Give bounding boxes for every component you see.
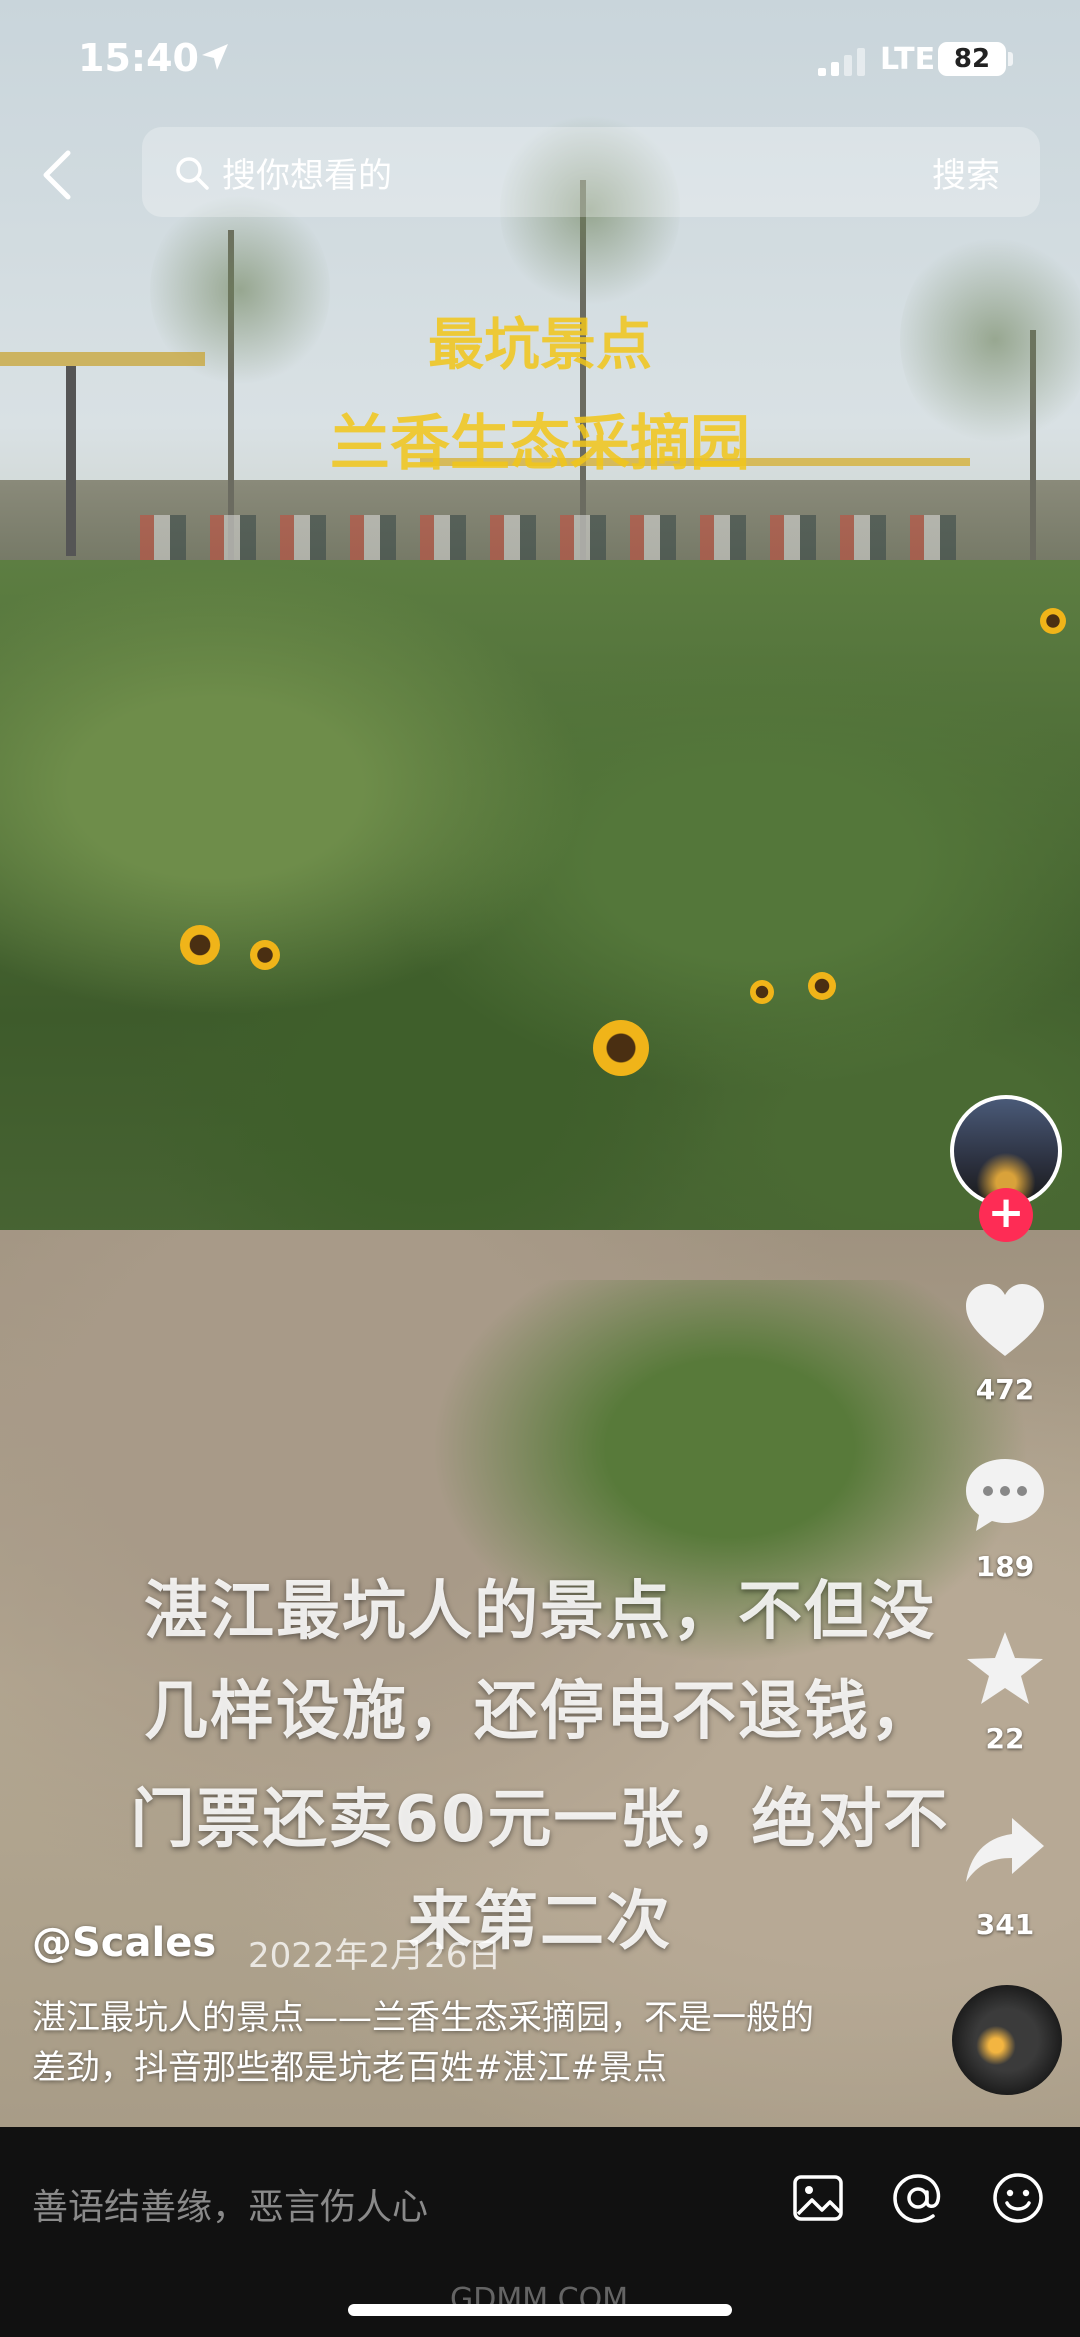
battery-tip [1008,52,1013,66]
post-description[interactable]: 湛江最坑人的景点——兰香生态采摘园，不是一般的差劲，抖音那些都是坑老百姓#湛江#… [32,1993,842,2093]
search-button[interactable]: 搜索 [932,148,1000,197]
sunflower [593,1020,649,1076]
follow-button[interactable]: + [979,1188,1033,1242]
post-date: 2022年2月26日 [248,1936,502,1976]
overlay-caption-line: 门票还卖60元一张，绝对不 [130,1783,950,1857]
overlay-caption-line: 几样设施，还停电不退钱， [144,1675,936,1749]
heart-icon[interactable] [962,1280,1048,1360]
park-sign-top: 最坑景点 [428,313,652,378]
emoji-icon[interactable] [990,2170,1046,2226]
home-indicator[interactable] [348,2304,732,2316]
network-type: LTE [880,42,936,77]
author-name[interactable]: @Scales [32,1920,216,1966]
like-count: 472 [975,1373,1035,1406]
status-time: 15:40 [78,36,199,80]
chevron-left-icon[interactable] [38,145,78,205]
cellular-signal-icon [818,48,865,76]
sunflower-field [0,560,1080,1320]
sunflower [750,980,774,1004]
sunflower [250,940,280,970]
sunflower [1040,608,1066,634]
search-icon [176,157,209,190]
sunflower [808,972,836,1000]
overlay-caption-line: 湛江最坑人的景点，不但没 [144,1575,936,1649]
park-sign-bottom: 兰香生态采摘园 [330,409,750,479]
music-disc[interactable] [952,1985,1062,2095]
location-arrow-icon [202,44,228,70]
image-icon[interactable] [790,2170,846,2226]
comment-input[interactable]: 善语结善缘，恶言伤人心 [32,2178,428,2230]
search-input[interactable]: 搜你想看的 [222,148,392,197]
sunflower [180,925,220,965]
at-icon[interactable] [890,2170,946,2226]
battery-level: 82 [938,42,1006,76]
comment-bubble-icon[interactable] [962,1455,1048,1535]
